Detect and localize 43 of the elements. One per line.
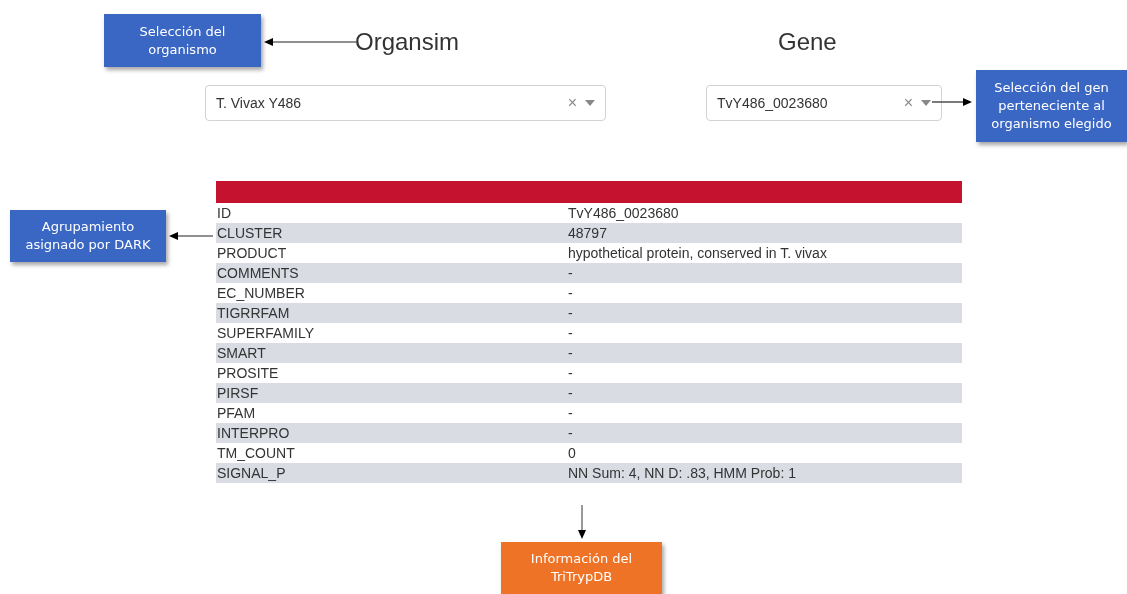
table-cell: - bbox=[568, 385, 573, 401]
table-cell-text: TIGRRFAM bbox=[216, 305, 291, 321]
table-cell-text: CLUSTER bbox=[216, 225, 284, 241]
table-cell: - bbox=[568, 305, 573, 321]
table-cell-text: EC_NUMBER bbox=[216, 285, 306, 301]
callout-box: Selección del gen perteneciente al organismo elegido bbox=[976, 70, 1127, 142]
table-cell: NN Sum: 4, NN D: .83, HMM Prob: 1 bbox=[568, 465, 796, 481]
table-cell-text: SMART bbox=[216, 345, 267, 361]
arrow bbox=[577, 505, 587, 539]
dropdown-field[interactable]: TvY486_0023680 × bbox=[706, 85, 942, 121]
table-cell: TvY486_0023680 bbox=[568, 205, 679, 221]
table-cell-text: PRODUCT bbox=[216, 245, 288, 261]
caret-icon[interactable] bbox=[921, 100, 931, 106]
table-cell-text: INTERPRO bbox=[216, 425, 291, 441]
table-cell-text: TM_COUNT bbox=[216, 445, 296, 461]
table-cell: - bbox=[568, 405, 573, 421]
field-label: Gene bbox=[778, 28, 837, 56]
table-cell-text: PFAM bbox=[216, 405, 257, 421]
caret-icon[interactable] bbox=[585, 100, 595, 106]
arrow bbox=[169, 231, 213, 241]
callout-box: Selección del organismo bbox=[104, 14, 261, 67]
table-cell: - bbox=[568, 425, 573, 441]
table-cell: - bbox=[568, 365, 573, 381]
table-cell: - bbox=[568, 325, 573, 341]
table-cell-text: SUPERFAMILY bbox=[216, 325, 315, 341]
callout-box: Información del TriTrypDB bbox=[501, 542, 662, 594]
table-cell-text: PROSITE bbox=[216, 365, 280, 381]
table-cell: - bbox=[568, 345, 573, 361]
clear-button[interactable]: × bbox=[903, 94, 913, 112]
field-label: Organsim bbox=[355, 28, 460, 56]
table-cell-text: SIGNAL_P bbox=[216, 465, 287, 481]
table-cell: 0 bbox=[568, 445, 576, 461]
arrow bbox=[932, 97, 972, 107]
table-cell: hypothetical protein, conserved in T. vivax bbox=[568, 245, 827, 261]
callout-box: Agrupamiento asignado por DARK bbox=[10, 210, 166, 262]
dropdown-field[interactable]: T. Vivax Y486 × bbox=[205, 85, 606, 121]
table-cell: 48797 bbox=[568, 225, 607, 241]
table-cell-text: COMMENTS bbox=[216, 265, 300, 281]
table-cell: - bbox=[568, 285, 573, 301]
table-cell: - bbox=[568, 265, 573, 281]
table-cell-text: PIRSF bbox=[216, 385, 260, 401]
table-cell-text: ID bbox=[216, 205, 232, 221]
clear-button[interactable]: × bbox=[567, 94, 577, 112]
